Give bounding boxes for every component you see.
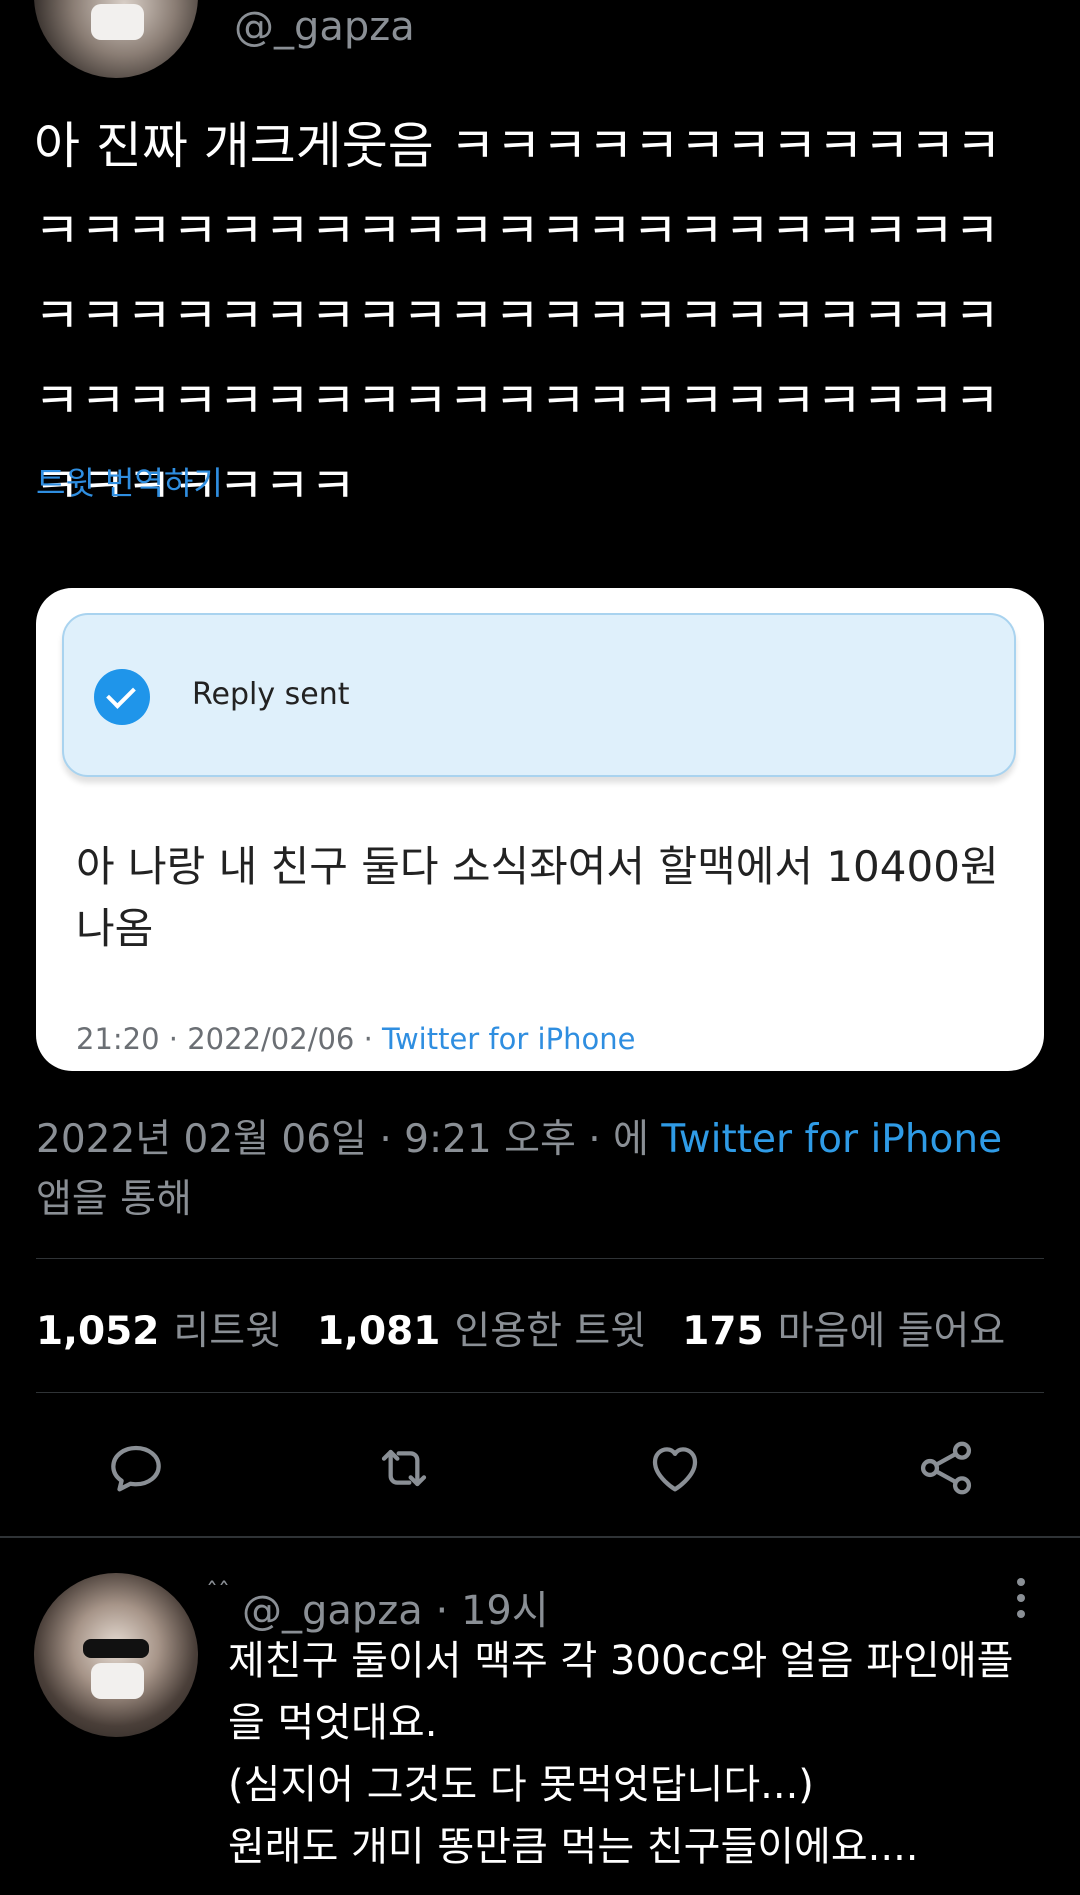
likes-stat[interactable]: 175 마음에 들어요	[682, 1309, 1005, 1354]
reply-header: ˆˆ @_gapza · 19시	[206, 1578, 549, 1636]
avatar-glasses	[83, 1638, 149, 1659]
card-meta: 21:20 · 2022/02/06 · Twitter for iPhone	[76, 1022, 635, 1056]
tweet-timestamp: 2022년 02월 06일 · 9:21 오후 · 에 Twitter for …	[36, 1110, 1046, 1230]
name-decoration: ˆˆ	[206, 1578, 230, 1606]
author-handle[interactable]: @_gapza	[234, 4, 415, 50]
card-meta-time: 21:20 · 2022/02/06 ·	[76, 1022, 383, 1056]
divider	[0, 1536, 1080, 1538]
toast-label: Reply sent	[192, 677, 350, 712]
author-avatar[interactable]	[34, 0, 198, 78]
timestamp-source-link[interactable]: Twitter for iPhone	[661, 1117, 1002, 1162]
likes-label: 마음에 들어요	[777, 1309, 1006, 1354]
likes-count: 175	[682, 1309, 764, 1354]
retweets-stat[interactable]: 1,052 리트윗	[36, 1309, 281, 1354]
reply-handle-time[interactable]: @_gapza · 19시	[242, 1588, 549, 1634]
like-icon[interactable]	[643, 1436, 707, 1500]
retweet-icon[interactable]	[372, 1436, 436, 1500]
card-body-text: 아 나랑 내 친구 둘다 소식좌여서 할맥에서 10400원 나옴	[76, 842, 999, 953]
translate-tweet-link[interactable]: 트윗 번역하기	[36, 458, 223, 504]
card-meta-source: Twitter for iPhone	[382, 1022, 636, 1056]
timestamp-suffix: 앱을 통해	[36, 1177, 192, 1222]
reply-text: 제친구 둘이서 맥주 각 300cc와 얼음 파인애플을 먹엇대요. (심지어 …	[228, 1638, 1014, 1870]
avatar-mask	[91, 4, 144, 41]
divider	[36, 1392, 1044, 1393]
quotes-count: 1,081	[317, 1309, 441, 1354]
check-circle-icon	[94, 669, 150, 725]
divider	[36, 1258, 1044, 1259]
quotes-label: 인용한 트윗	[454, 1309, 647, 1354]
share-icon[interactable]	[914, 1436, 978, 1500]
more-options-icon[interactable]	[1006, 1576, 1036, 1620]
quotes-stat[interactable]: 1,081 인용한 트윗	[317, 1309, 646, 1354]
reply-avatar[interactable]	[34, 1573, 198, 1737]
reply-sent-toast: Reply sent	[62, 613, 1016, 777]
tweet-stats: 1,052 리트윗 1,081 인용한 트윗 175 마음에 들어요	[36, 1300, 1005, 1356]
tweet-image-card[interactable]: Reply sent 아 나랑 내 친구 둘다 소식좌여서 할맥에서 10400…	[36, 588, 1044, 1071]
retweets-count: 1,052	[36, 1309, 160, 1354]
avatar-mask	[91, 1663, 144, 1700]
reply-icon[interactable]	[104, 1436, 168, 1500]
timestamp-text: 2022년 02월 06일 · 9:21 오후 · 에	[36, 1117, 662, 1162]
retweets-label: 리트윗	[173, 1309, 282, 1354]
